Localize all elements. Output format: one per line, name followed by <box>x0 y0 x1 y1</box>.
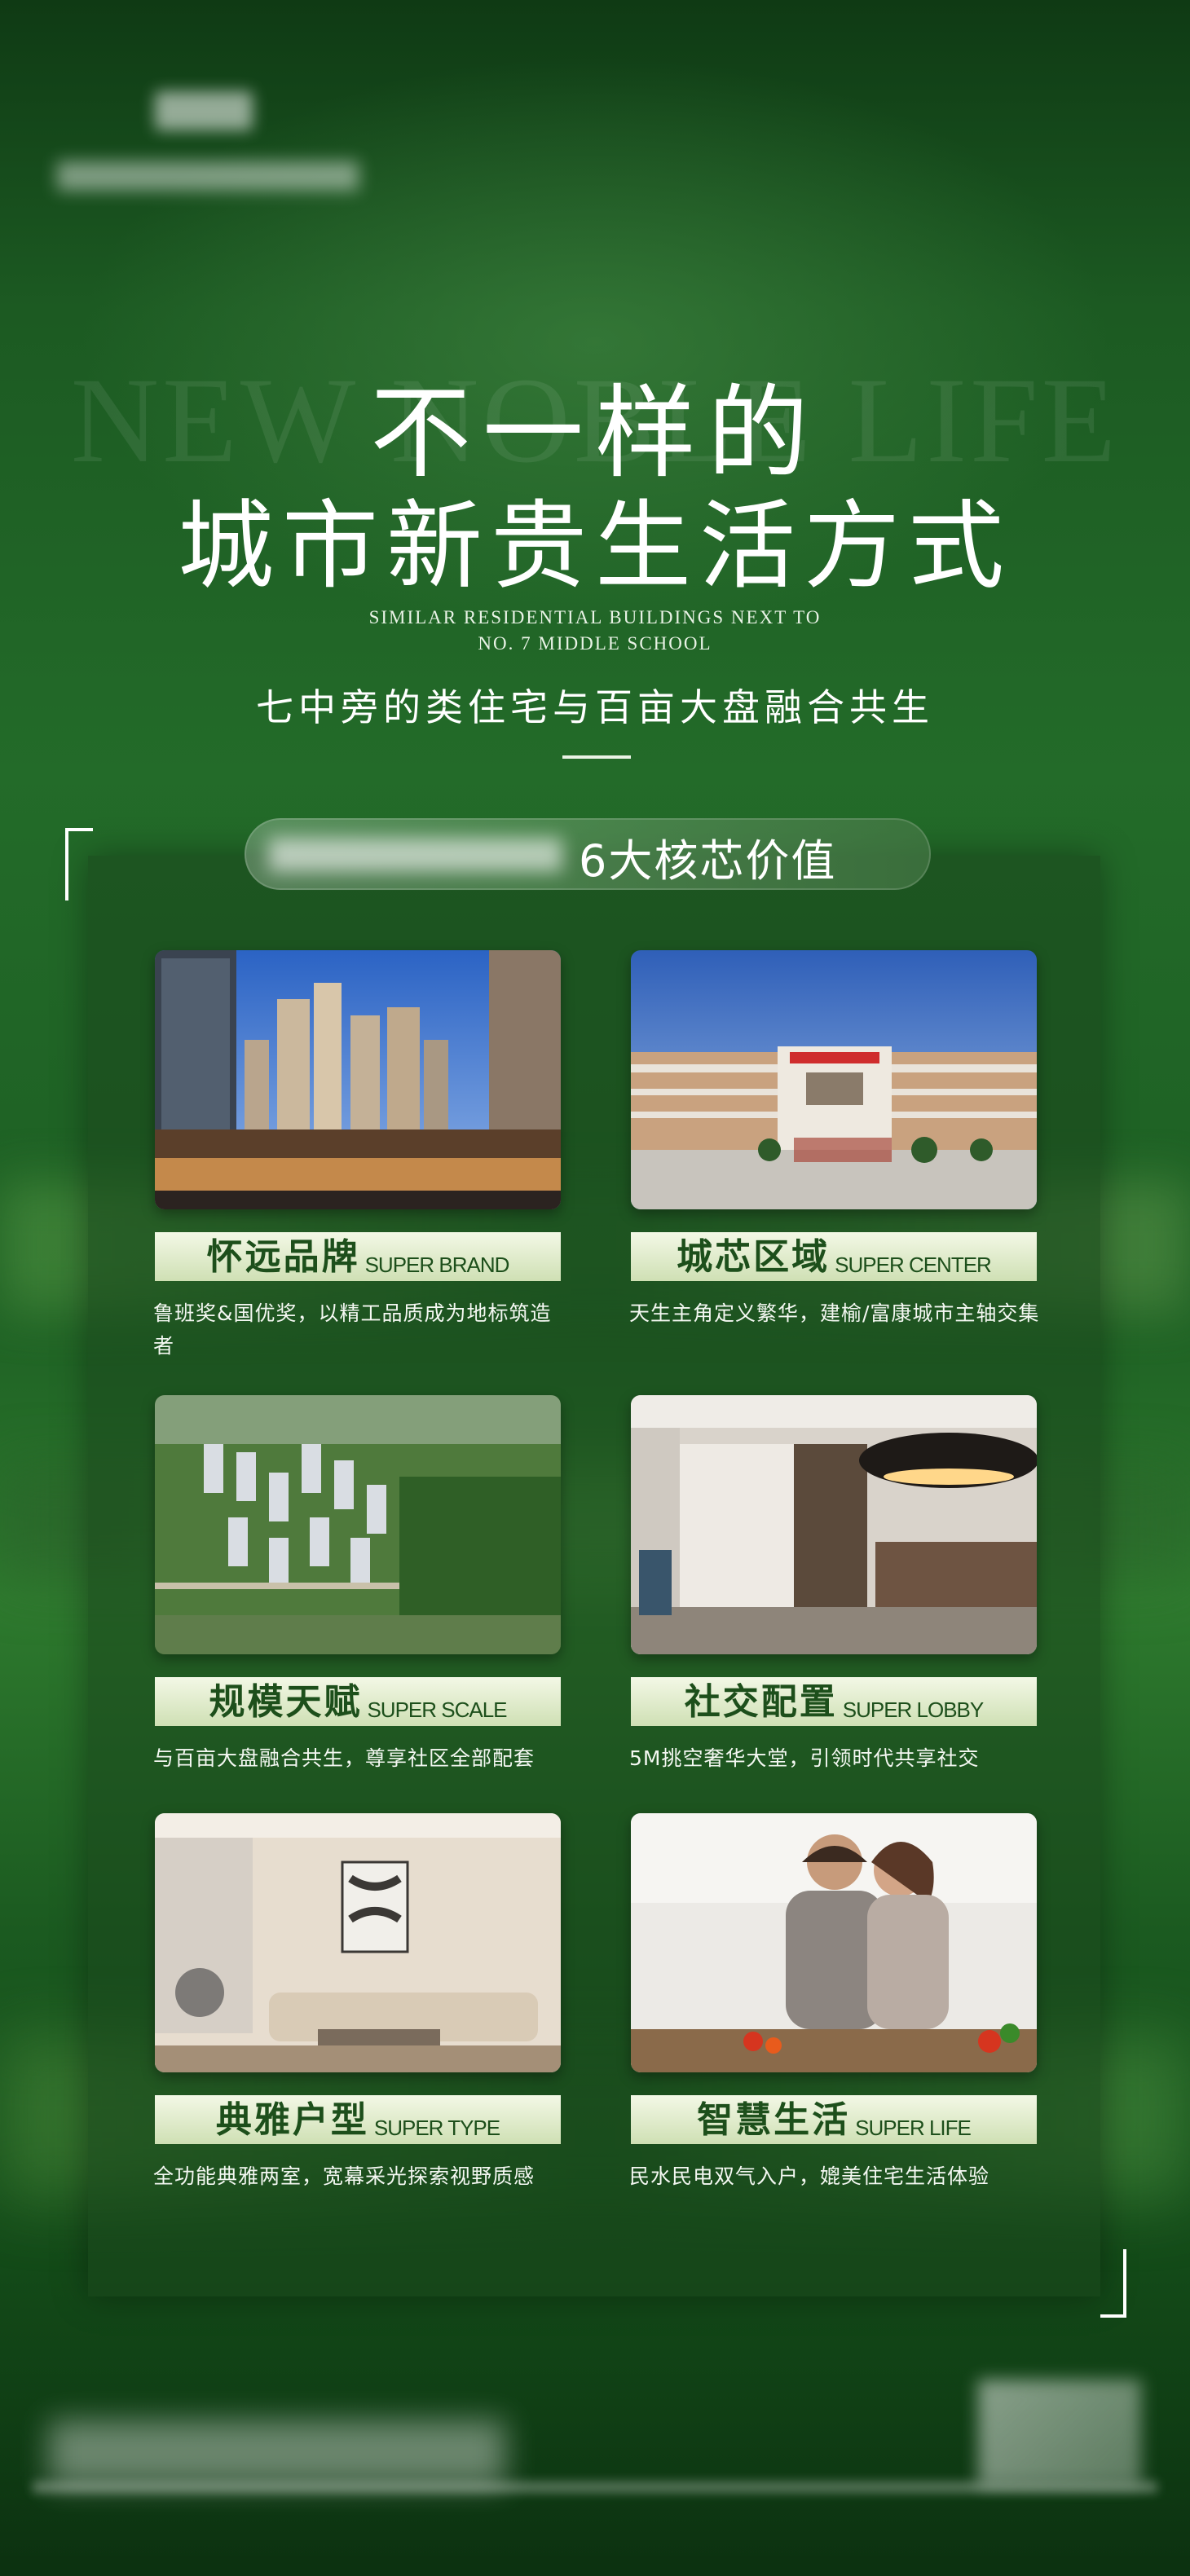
blurred-brand-line <box>57 161 359 191</box>
feature-description: 民水民电双气入户，媲美住宅生活体验 <box>629 2164 990 2188</box>
feature-description: 5M挑空奢华大堂，引领时代共享社交 <box>629 1746 980 1770</box>
city-highrise-photo <box>155 950 561 1209</box>
feature-description: 鲁班奖&国优奖，以精工品质成为地标筑造者 <box>153 1301 552 1358</box>
feature-title: 社交配置 <box>684 1681 838 1723</box>
section-heading: 6大核芯价值 <box>579 835 837 887</box>
hero-english-line1: SIMILAR RESIDENTIAL BUILDINGS NEXT TO <box>368 607 822 627</box>
feature-title: 城芯区域 <box>677 1236 831 1278</box>
blurred-qr-code <box>978 2380 1141 2486</box>
divider <box>562 755 631 759</box>
feature-label: 城芯区域 SUPER CENTER <box>631 1232 1037 1281</box>
feature-label: 智慧生活 SUPER LIFE <box>631 2095 1037 2144</box>
feature-description: 天生主角定义繁华，建榆/富康城市主轴交集 <box>629 1301 1040 1325</box>
feature-subtitle: SUPER TYPE <box>373 2116 500 2140</box>
feature-title: 规模天赋 <box>209 1681 363 1723</box>
blurred-heading-text <box>269 838 562 872</box>
feature-label: 典雅户型 SUPER TYPE <box>155 2095 561 2144</box>
lobby-interior-photo <box>631 1395 1037 1654</box>
feature-subtitle: SUPER LOBBY <box>842 1698 985 1722</box>
feature-subtitle: SUPER SCALE <box>367 1698 507 1722</box>
hero-english-line2: NO. 7 MIDDLE SCHOOL <box>478 633 712 654</box>
aerial-community-photo <box>155 1395 561 1654</box>
hero-english-subtitle: SIMILAR RESIDENTIAL BUILDINGS NEXT TO NO… <box>0 605 1190 657</box>
feature-subtitle: SUPER BRAND <box>364 1253 510 1277</box>
blurred-phone-number <box>49 2420 505 2486</box>
hero-title-line2: 城市新贵生活方式 <box>177 490 1012 602</box>
feature-description: 与百亩大盘融合共生，尊享社区全部配套 <box>153 1746 536 1770</box>
couple-kitchen-photo <box>631 1813 1037 2072</box>
feature-title: 智慧生活 <box>697 2099 851 2141</box>
feature-label: 社交配置 SUPER LOBBY <box>631 1677 1037 1726</box>
feature-label: 规模天赋 SUPER SCALE <box>155 1677 561 1726</box>
corner-bracket-top-left <box>65 828 93 900</box>
feature-title: 怀远品牌 <box>206 1236 360 1278</box>
school-building-photo <box>631 950 1037 1209</box>
living-room-photo <box>155 1813 561 2072</box>
feature-label: 怀远品牌 SUPER BRAND <box>155 1232 561 1281</box>
corner-bracket-bottom-right <box>1100 2249 1126 2318</box>
feature-description: 全功能典雅两室，宽幕采光探索视野质感 <box>153 2164 536 2188</box>
feature-title: 典雅户型 <box>215 2099 369 2141</box>
feature-subtitle: SUPER LIFE <box>855 2116 972 2140</box>
hero-chinese-subtitle: 七中旁的类住宅与百亩大盘融合共生 <box>256 685 934 729</box>
blurred-logo <box>155 91 253 130</box>
feature-subtitle: SUPER CENTER <box>835 1253 992 1277</box>
